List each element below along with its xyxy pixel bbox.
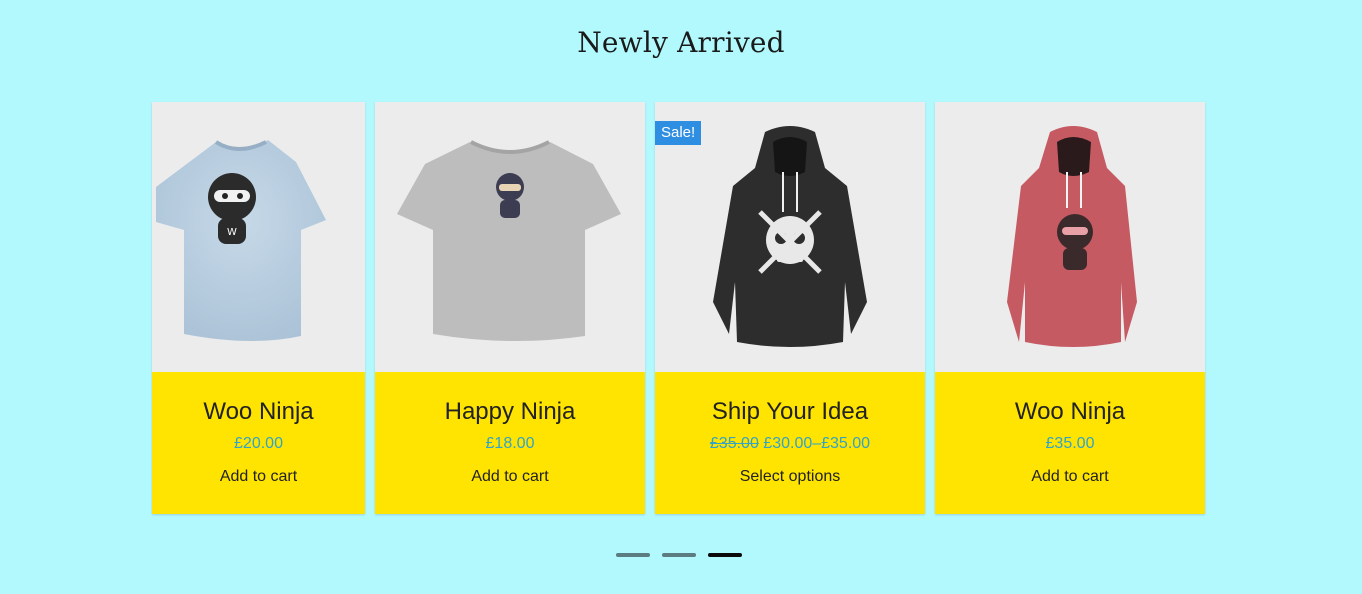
product-info: Woo Ninja £35.00 Add to cart xyxy=(935,372,1205,514)
add-to-cart-button[interactable]: Add to cart xyxy=(935,468,1205,486)
sale-price: £30.00–£35.00 xyxy=(763,435,871,452)
product-info: Ship Your Idea £35.00 £30.00–£35.00 Sele… xyxy=(655,372,925,514)
product-card[interactable]: W Woo Ninja £20.00 Add to cart xyxy=(152,102,365,514)
product-info: Happy Ninja £18.00 Add to cart xyxy=(375,372,645,514)
add-to-cart-button[interactable]: Add to cart xyxy=(152,468,365,486)
product-card[interactable]: Happy Ninja £18.00 Add to cart xyxy=(375,102,645,514)
carousel-pagination xyxy=(0,553,1362,557)
product-price: £35.00 xyxy=(1045,435,1095,452)
product-price: £18.00 xyxy=(485,435,535,452)
product-price: £20.00 xyxy=(234,435,283,452)
carousel-page-1[interactable] xyxy=(616,553,650,557)
carousel-page-2[interactable] xyxy=(662,553,696,557)
product-image[interactable]: Sale! xyxy=(655,102,925,372)
svg-text:W: W xyxy=(227,227,237,238)
original-price: £35.00 xyxy=(709,435,759,452)
product-title[interactable]: Woo Ninja xyxy=(935,398,1205,426)
product-info: Woo Ninja £20.00 Add to cart xyxy=(152,372,365,514)
section-title: Newly Arrived xyxy=(577,26,785,59)
product-image[interactable]: W xyxy=(152,102,365,372)
product-image[interactable] xyxy=(375,102,645,372)
product-card[interactable]: Woo Ninja £35.00 Add to cart xyxy=(935,102,1205,514)
select-options-button[interactable]: Select options xyxy=(655,468,925,486)
product-image[interactable] xyxy=(935,102,1205,372)
product-title[interactable]: Ship Your Idea xyxy=(655,398,925,426)
add-to-cart-button[interactable]: Add to cart xyxy=(375,468,645,486)
product-title[interactable]: Woo Ninja xyxy=(152,398,365,426)
sale-badge: Sale! xyxy=(655,121,702,145)
product-card[interactable]: Sale! Ship Your Idea £35.00 £30.00–£35.0… xyxy=(655,102,925,514)
carousel-page-3[interactable] xyxy=(708,553,742,557)
product-title[interactable]: Happy Ninja xyxy=(375,398,645,426)
product-price: £35.00 £30.00–£35.00 xyxy=(655,435,925,453)
